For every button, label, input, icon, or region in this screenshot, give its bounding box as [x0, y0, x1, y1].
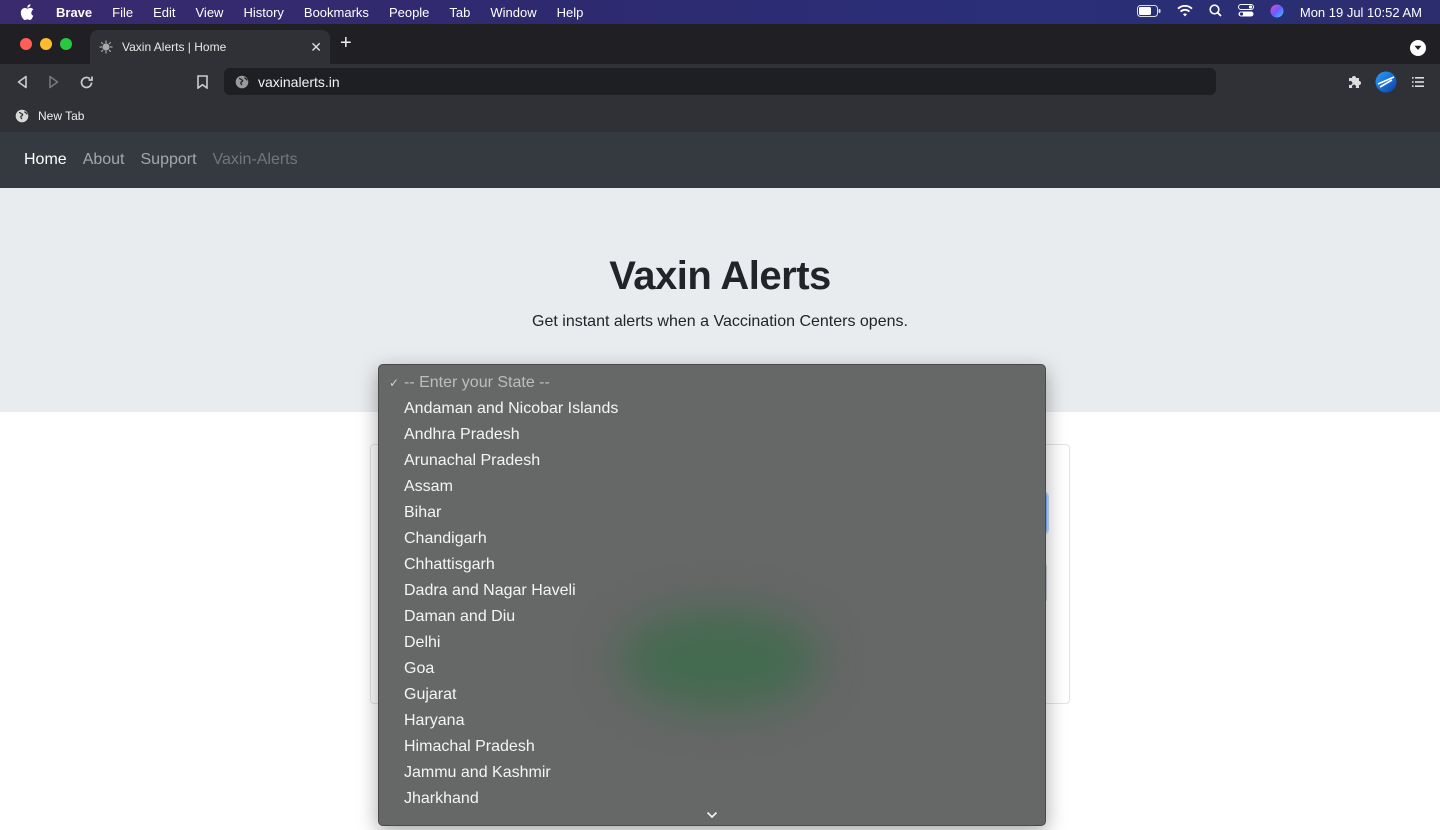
- reload-icon[interactable]: [76, 72, 96, 92]
- nav-link-home[interactable]: Home: [24, 151, 67, 169]
- browser-toolbar: vaxinalerts.in: [0, 64, 1440, 100]
- state-options: ✓ -- Enter your State -- Andaman and Nic…: [379, 370, 1045, 812]
- macos-menu-bar: Brave File Edit View History Bookmarks P…: [0, 0, 1440, 24]
- app-menu-brave[interactable]: Brave: [56, 5, 92, 20]
- apple-logo-icon[interactable]: [20, 3, 38, 21]
- state-option[interactable]: Haryana: [379, 708, 1045, 734]
- scroll-down-chevron-icon[interactable]: [705, 809, 719, 821]
- site-info-globe-icon[interactable]: [235, 75, 249, 89]
- state-option[interactable]: Andaman and Nicobar Islands: [379, 396, 1045, 422]
- checkmark-icon: ✓: [389, 376, 400, 390]
- state-option[interactable]: Chhattisgarh: [379, 552, 1045, 578]
- menu-people[interactable]: People: [389, 5, 429, 20]
- battery-icon[interactable]: [1136, 4, 1161, 20]
- address-bar[interactable]: vaxinalerts.in: [224, 68, 1216, 95]
- site-navbar: Home About Support Vaxin-Alerts: [0, 132, 1440, 188]
- nav-link-support[interactable]: Support: [141, 151, 197, 169]
- menu-bookmarks[interactable]: Bookmarks: [304, 5, 369, 20]
- extensions-puzzle-icon[interactable]: [1344, 72, 1364, 92]
- state-option[interactable]: Jammu and Kashmir: [379, 760, 1045, 786]
- spotlight-search-icon[interactable]: [1209, 4, 1222, 20]
- new-tab-button[interactable]: +: [340, 33, 352, 53]
- back-icon[interactable]: [12, 72, 32, 92]
- tab-search-dropdown-icon[interactable]: [1410, 40, 1426, 56]
- globe-icon: [15, 109, 29, 123]
- state-option[interactable]: Delhi: [379, 630, 1045, 656]
- browser-tab-active[interactable]: Vaxin Alerts | Home ✕: [90, 30, 330, 64]
- menu-file[interactable]: File: [112, 5, 133, 20]
- state-option[interactable]: Daman and Diu: [379, 604, 1045, 630]
- nav-link-about[interactable]: About: [83, 151, 125, 169]
- window-close-button[interactable]: [20, 38, 32, 50]
- wifi-icon[interactable]: [1177, 4, 1193, 20]
- window-controls: [20, 38, 72, 50]
- menu-tab[interactable]: Tab: [449, 5, 470, 20]
- browser-menu-icon[interactable]: [1408, 72, 1428, 92]
- tab-title: Vaxin Alerts | Home: [122, 40, 227, 54]
- forward-icon[interactable]: [44, 72, 64, 92]
- siri-icon[interactable]: [1270, 4, 1284, 21]
- state-option[interactable]: Andhra Pradesh: [379, 422, 1045, 448]
- state-option[interactable]: Assam: [379, 474, 1045, 500]
- menubar-clock[interactable]: Mon 19 Jul 10:52 AM: [1300, 5, 1422, 20]
- bookmark-label: New Tab: [38, 109, 85, 123]
- state-option[interactable]: Goa: [379, 656, 1045, 682]
- tab-close-icon[interactable]: ✕: [310, 39, 322, 56]
- state-option-placeholder[interactable]: ✓ -- Enter your State --: [379, 370, 1045, 396]
- window-zoom-button[interactable]: [60, 38, 72, 50]
- virus-favicon-icon: [99, 40, 113, 54]
- profile-avatar[interactable]: [1375, 71, 1397, 93]
- state-dropdown-list[interactable]: ✓ -- Enter your State -- Andaman and Nic…: [378, 364, 1046, 826]
- menu-edit[interactable]: Edit: [153, 5, 175, 20]
- state-option[interactable]: Arunachal Pradesh: [379, 448, 1045, 474]
- state-option[interactable]: Himachal Pradesh: [379, 734, 1045, 760]
- bookmark-item-new-tab[interactable]: New Tab: [15, 109, 84, 123]
- menubar-status-area: Mon 19 Jul 10:52 AM: [1136, 0, 1422, 24]
- option-label: -- Enter your State --: [404, 374, 550, 391]
- state-option[interactable]: Dadra and Nagar Haveli: [379, 578, 1045, 604]
- page-subtitle: Get instant alerts when a Vaccination Ce…: [532, 313, 908, 330]
- page-title: Vaxin Alerts: [609, 254, 831, 298]
- bookmarks-bar: New Tab: [0, 100, 1440, 132]
- browser-tab-strip: Vaxin Alerts | Home ✕ +: [0, 24, 1440, 64]
- menu-history[interactable]: History: [243, 5, 283, 20]
- menu-view[interactable]: View: [196, 5, 224, 20]
- nav-brand-vaxin-alerts[interactable]: Vaxin-Alerts: [213, 151, 298, 169]
- control-center-icon[interactable]: [1237, 4, 1254, 20]
- menu-help[interactable]: Help: [557, 5, 584, 20]
- state-option[interactable]: Gujarat: [379, 682, 1045, 708]
- state-option[interactable]: Bihar: [379, 500, 1045, 526]
- url-text: vaxinalerts.in: [258, 73, 340, 90]
- state-option[interactable]: Chandigarh: [379, 526, 1045, 552]
- window-minimize-button[interactable]: [40, 38, 52, 50]
- menu-window[interactable]: Window: [490, 5, 536, 20]
- bookmark-page-icon[interactable]: [192, 72, 212, 92]
